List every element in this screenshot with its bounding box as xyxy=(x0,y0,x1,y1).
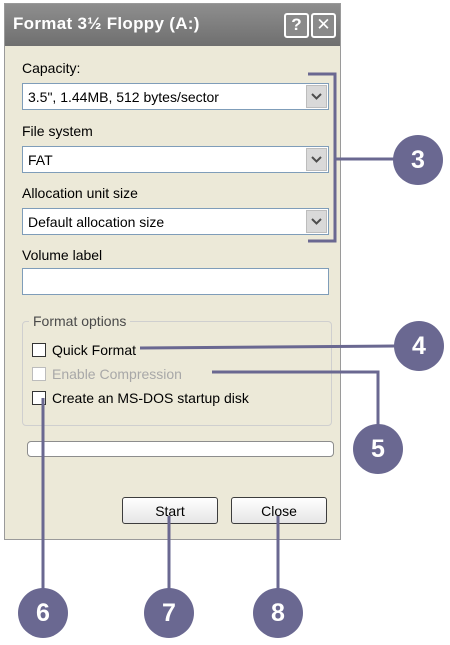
callout-lines xyxy=(41,72,396,590)
callout-bracket-3 xyxy=(308,72,337,243)
callout-3: 3 xyxy=(393,135,443,185)
callout-leader-5 xyxy=(212,370,380,425)
callout-8: 8 xyxy=(253,588,303,638)
callout-6: 6 xyxy=(18,588,68,638)
callout-7: 7 xyxy=(144,588,194,638)
callout-4: 4 xyxy=(394,321,444,371)
callout-5: 5 xyxy=(353,424,403,474)
callout-leader-4 xyxy=(139,344,396,350)
